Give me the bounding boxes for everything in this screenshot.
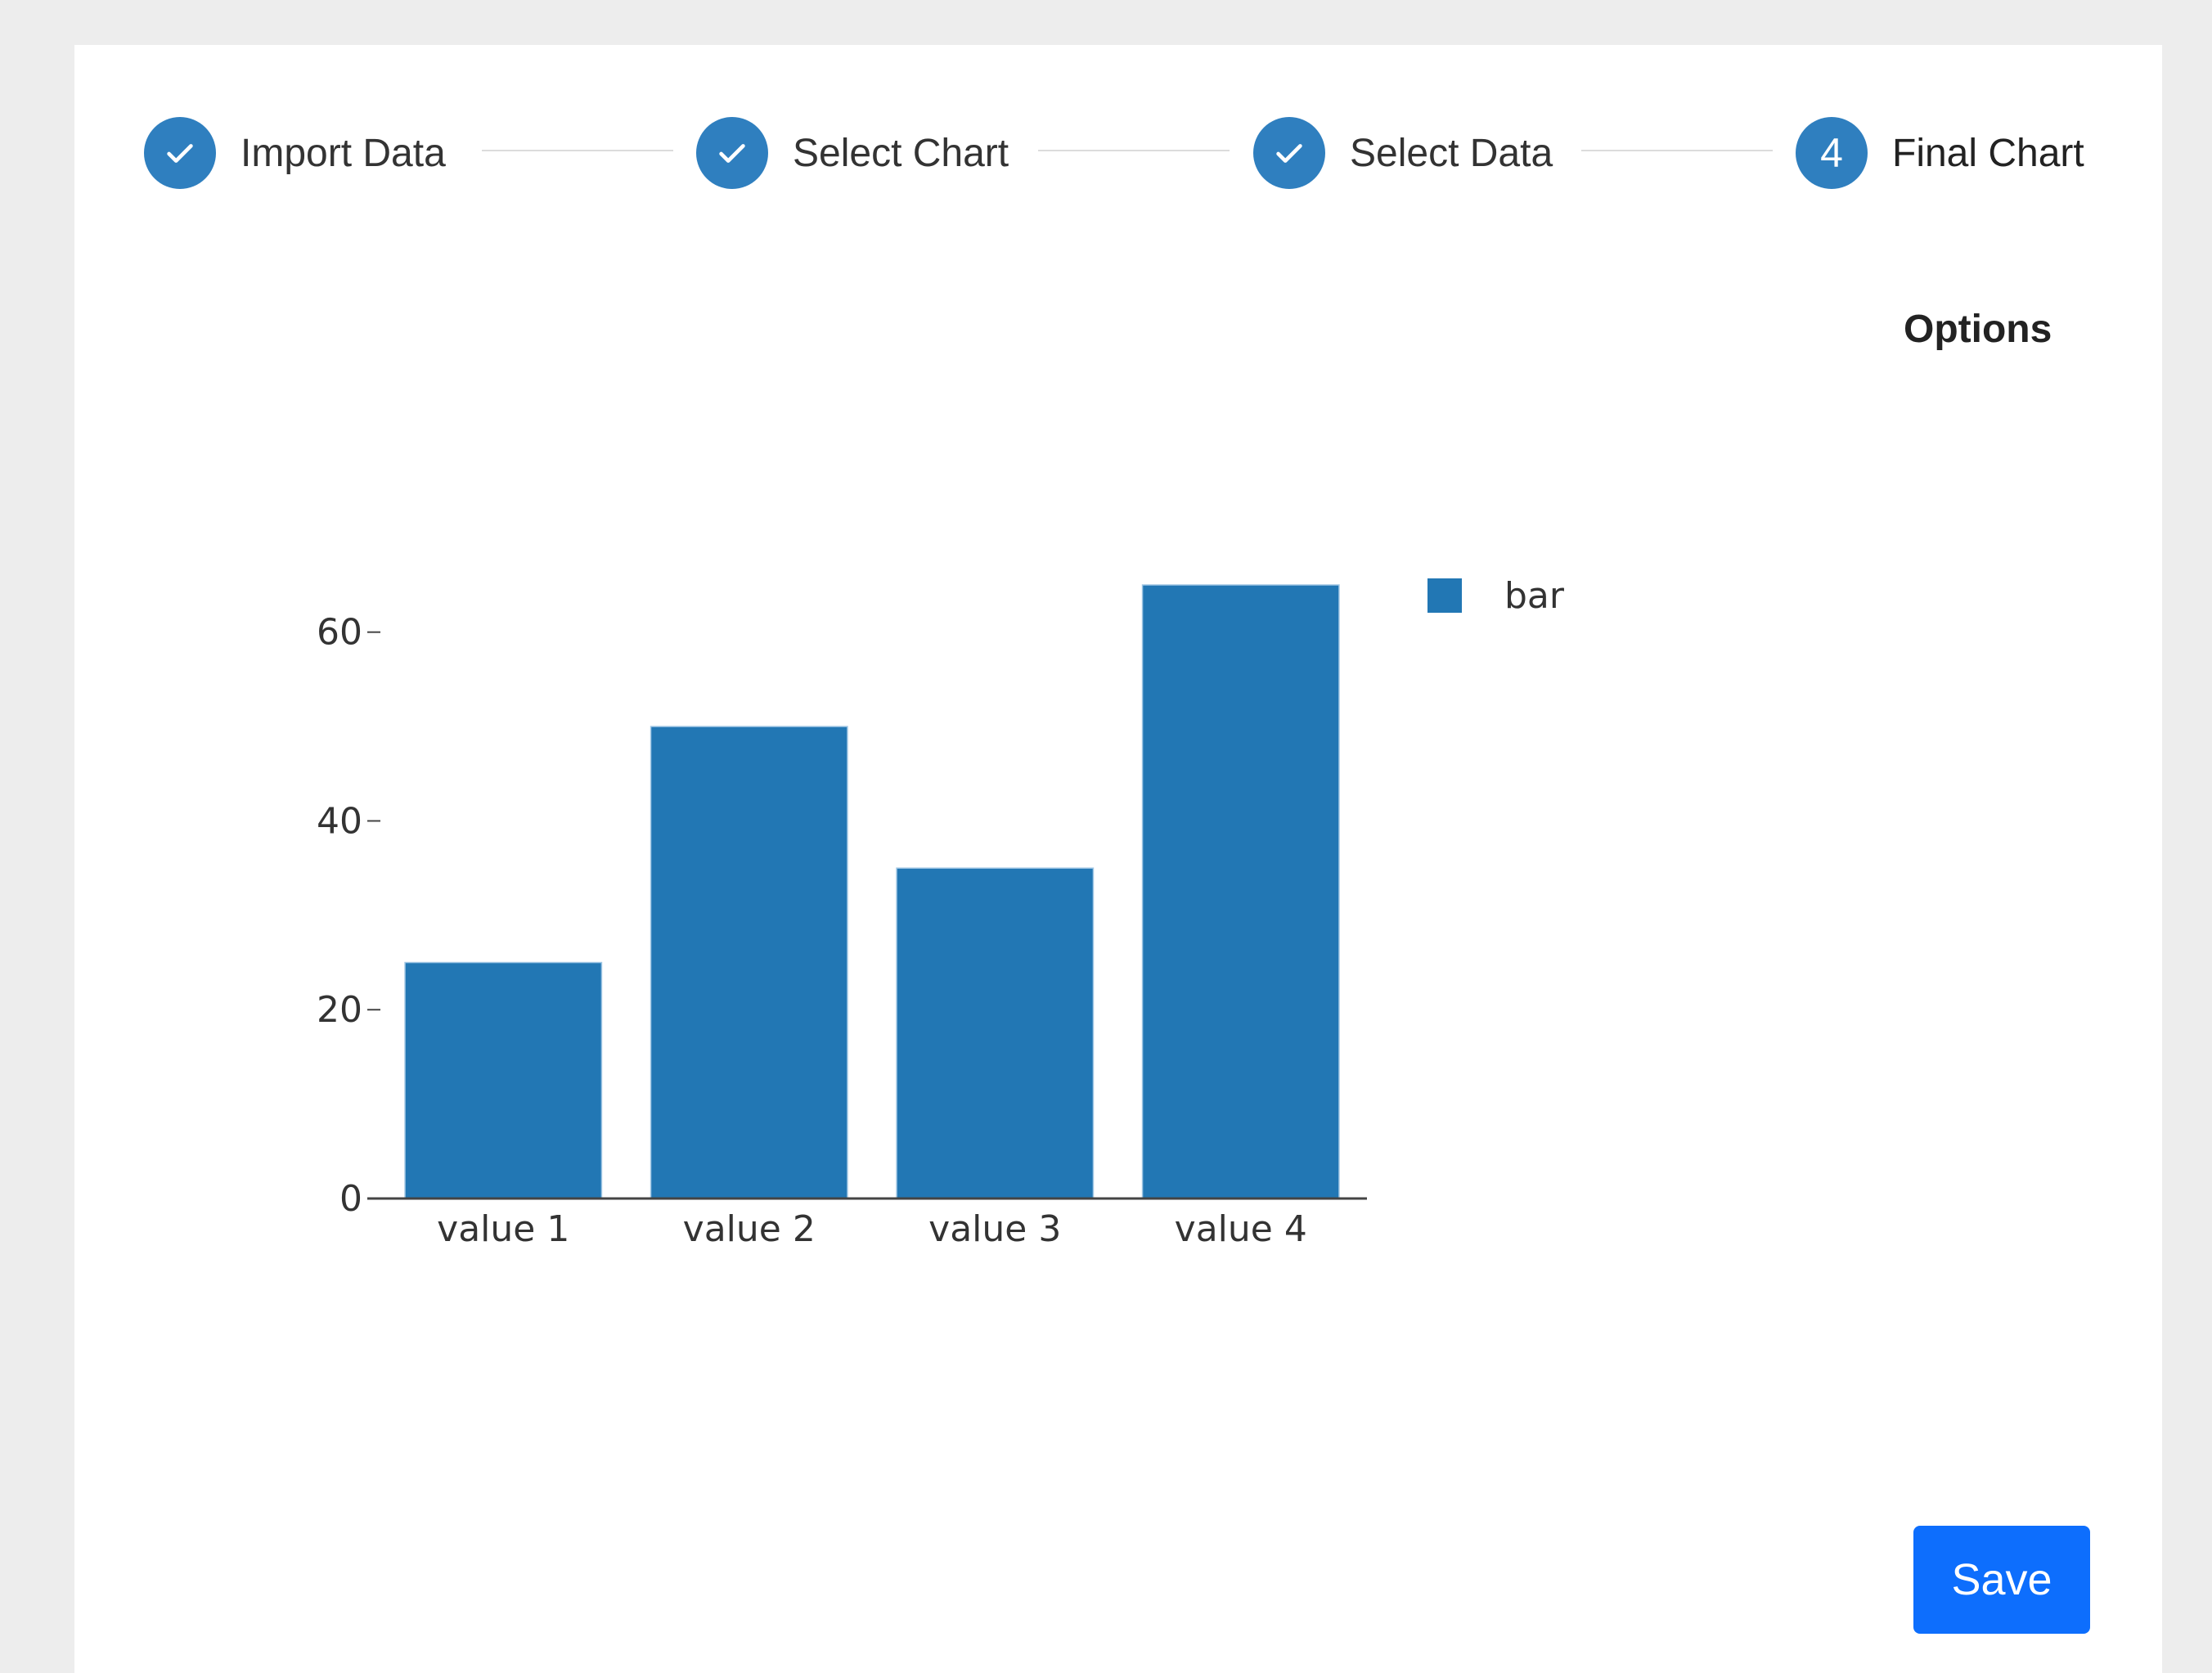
x-tick-label: value 2	[683, 1208, 816, 1250]
y-tick-label: 60	[317, 612, 362, 654]
bar	[650, 726, 848, 1199]
legend-label: bar	[1504, 575, 1565, 617]
bar-chart: 0 20 40 60 value 1 value 2 value 3 value 4 bar	[317, 575, 1565, 1250]
chart-wizard-card: Import Data Select Chart Select Data 4 F…	[74, 45, 2162, 1673]
x-tick-label: value 4	[1175, 1208, 1307, 1250]
bar	[896, 867, 1095, 1199]
x-tick-label: value 3	[928, 1208, 1061, 1250]
bar	[1141, 584, 1340, 1199]
save-button[interactable]: Save	[1913, 1526, 2090, 1634]
x-tick-label: value 1	[437, 1208, 569, 1250]
y-tick-label: 0	[339, 1178, 362, 1220]
legend-swatch	[1427, 578, 1462, 613]
y-tick-label: 20	[317, 989, 362, 1031]
bar	[404, 961, 603, 1199]
y-tick-label: 40	[317, 800, 362, 842]
